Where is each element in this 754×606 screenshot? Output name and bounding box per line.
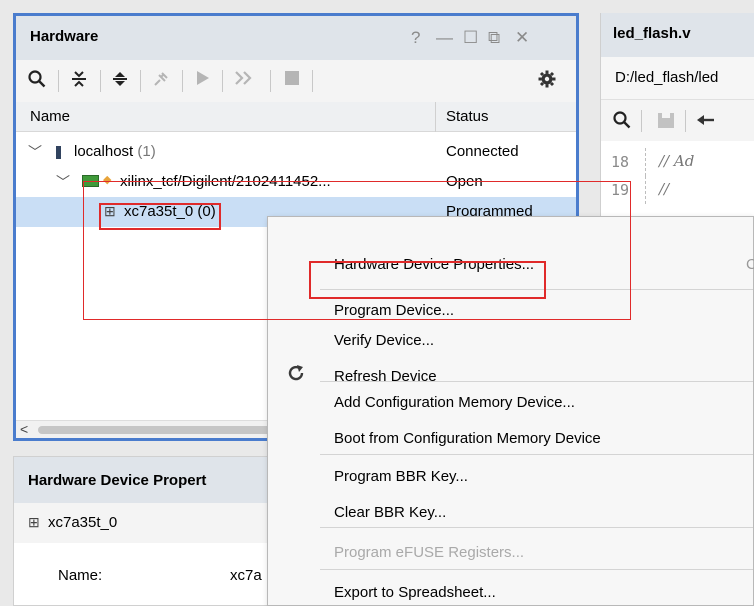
- status-text: Open: [446, 173, 483, 190]
- menu-separator: [320, 569, 753, 570]
- maximize-icon[interactable]: ☐: [463, 28, 478, 48]
- toolbar-divider: [685, 110, 686, 132]
- search-icon[interactable]: [28, 70, 46, 93]
- context-menu: Hardware Device Properties... C Program …: [267, 216, 754, 606]
- code-line[interactable]: 18 // Ad: [601, 148, 754, 176]
- toolbar-divider: [270, 70, 271, 92]
- menu-item-add-configuration-memory-device[interactable]: Add Configuration Memory Device...: [268, 385, 753, 421]
- tree-item-label: xilinx_tcf/Digilent/2102411452...: [120, 173, 331, 190]
- plug-icon: [152, 70, 170, 93]
- menu-separator: [320, 454, 753, 455]
- editor-title: led_flash.v: [613, 25, 691, 42]
- gutter: [645, 176, 646, 204]
- menu-item-label: Hardware Device Properties...: [334, 256, 535, 273]
- search-icon[interactable]: [613, 111, 631, 134]
- menu-item-program-efuse-registers: Program eFUSE Registers...: [268, 535, 753, 571]
- toolbar-divider: [312, 70, 313, 92]
- board-icon: [82, 175, 99, 187]
- menu-item-verify-device[interactable]: Verify Device...: [268, 323, 753, 359]
- menu-item-label: Boot from Configuration Memory Device: [334, 430, 601, 447]
- toolbar-divider: [182, 70, 183, 92]
- toolbar-divider: [641, 110, 642, 132]
- file-path-bar: D:/led_flash/led: [601, 57, 754, 99]
- chevron-down-icon[interactable]: ﹀: [56, 172, 70, 192]
- code-line[interactable]: 19 //: [601, 176, 754, 204]
- menu-separator: [320, 527, 753, 528]
- menu-item-label: Refresh Device: [334, 368, 437, 385]
- diamond-icon: ◆: [103, 174, 112, 186]
- tree-item-label: localhost (1): [74, 143, 156, 160]
- run-icon: [196, 70, 210, 91]
- gutter: [645, 148, 646, 176]
- stop-icon: [284, 70, 300, 91]
- line-number: 19: [611, 181, 630, 199]
- chip-icon: ⊞: [28, 514, 40, 530]
- chevron-left-icon[interactable]: <: [20, 421, 28, 437]
- fast-forward-icon: [234, 70, 254, 91]
- toolbar-divider: [140, 70, 141, 92]
- close-icon[interactable]: ✕: [515, 28, 529, 48]
- chip-icon: ⊞: [104, 203, 116, 219]
- server-icon: [56, 146, 61, 159]
- menu-item-label: Export to Spreadsheet...: [334, 584, 496, 601]
- code-text: //: [659, 180, 670, 198]
- minimize-icon[interactable]: —: [436, 28, 453, 48]
- device-name: xc7a35t_0: [48, 514, 118, 531]
- column-divider[interactable]: [435, 102, 436, 132]
- panel-title: Hardware Device Propert: [28, 472, 207, 489]
- panel-title: Hardware: [30, 28, 99, 45]
- undo-icon[interactable]: [697, 111, 715, 134]
- column-header-status[interactable]: Status: [446, 108, 489, 125]
- chevron-down-icon[interactable]: ﹀: [28, 142, 42, 162]
- toolbar-divider: [222, 70, 223, 92]
- expand-all-icon[interactable]: [112, 70, 128, 93]
- tree-row-localhost[interactable]: ﹀ localhost (1) Connected: [16, 137, 576, 167]
- editor-toolbar: [601, 99, 754, 141]
- menu-item-shortcut: C: [746, 256, 754, 273]
- help-icon[interactable]: ?: [411, 28, 420, 48]
- menu-item-program-bbr-key[interactable]: Program BBR Key...: [268, 459, 753, 495]
- menu-item-export-to-spreadsheet[interactable]: Export to Spreadsheet...: [268, 575, 753, 606]
- status-text: Connected: [446, 143, 519, 160]
- hardware-panel-titlebar: Hardware ? — ☐ ⧉ ✕: [16, 16, 576, 60]
- hardware-toolbar: [16, 60, 576, 102]
- tree-header: Name Status: [16, 102, 576, 132]
- save-icon: [657, 111, 675, 134]
- editor-tab[interactable]: led_flash.v: [601, 13, 754, 57]
- menu-item-label: Verify Device...: [334, 332, 435, 349]
- menu-item-label: Program eFUSE Registers...: [334, 544, 525, 561]
- menu-item-label: Program Device...: [334, 302, 455, 319]
- menu-item-label: Program BBR Key...: [334, 468, 468, 485]
- code-text: // Ad: [659, 152, 695, 170]
- property-value: xc7a: [230, 567, 262, 584]
- menu-separator: [320, 381, 753, 382]
- toolbar-divider: [58, 70, 59, 92]
- file-path: D:/led_flash/led: [615, 69, 719, 86]
- tree-item-label: xc7a35t_0 (0): [124, 203, 216, 220]
- menu-separator: [320, 289, 753, 290]
- menu-item-label: Add Configuration Memory Device...: [334, 394, 575, 411]
- menu-item-boot-from-configuration-memory[interactable]: Boot from Configuration Memory Device: [268, 421, 753, 457]
- collapse-all-icon[interactable]: [71, 70, 87, 93]
- menu-item-label: Clear BBR Key...: [334, 504, 447, 521]
- float-icon[interactable]: ⧉: [488, 28, 500, 48]
- line-number: 18: [611, 153, 630, 171]
- tree-row-target[interactable]: ﹀ ◆ xilinx_tcf/Digilent/2102411452... Op…: [16, 167, 576, 197]
- gear-icon[interactable]: [538, 70, 556, 93]
- menu-item-clear-bbr-key[interactable]: Clear BBR Key...: [268, 495, 753, 531]
- toolbar-divider: [100, 70, 101, 92]
- menu-item-hardware-device-properties[interactable]: Hardware Device Properties... C: [268, 247, 754, 283]
- property-key: Name:: [58, 567, 103, 584]
- column-header-name[interactable]: Name: [30, 108, 70, 125]
